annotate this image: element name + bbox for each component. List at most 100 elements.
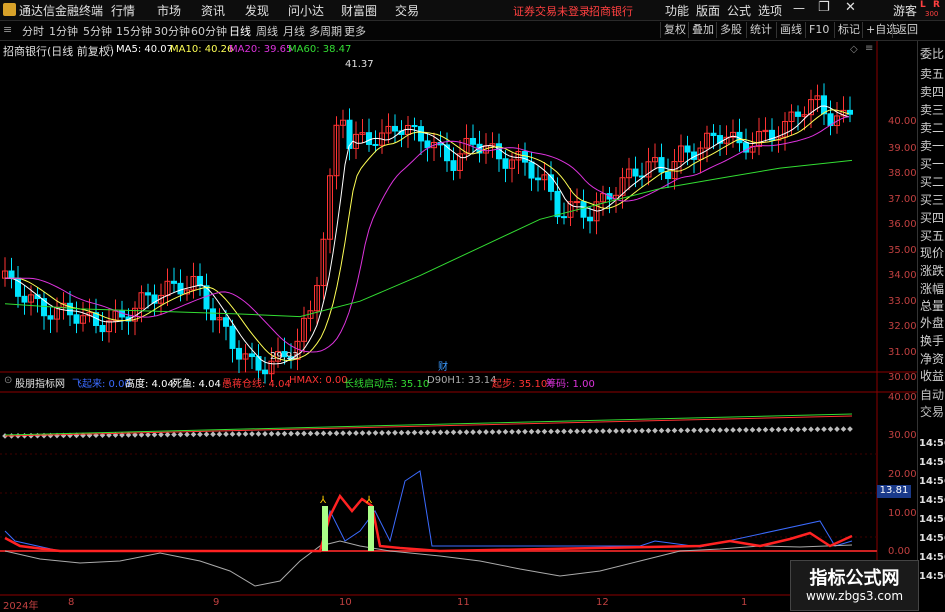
diamond-marker — [528, 428, 535, 435]
tab-daily[interactable]: 日线 — [229, 23, 251, 39]
candle-body — [574, 201, 580, 204]
stock-link[interactable]: 招商银行 — [589, 3, 633, 19]
diamond-marker — [788, 426, 795, 433]
diamond-marker — [580, 428, 587, 435]
button-f10[interactable]: F10 — [805, 22, 832, 38]
menu-trade[interactable]: 交易 — [395, 2, 419, 19]
y-tick: 39.00 — [888, 143, 917, 154]
badge-number: 300 — [925, 10, 939, 18]
diamond-marker — [593, 428, 600, 434]
diamond-marker — [704, 427, 710, 434]
quote-label: 卖一 — [920, 139, 945, 153]
diamond-marker — [801, 426, 808, 433]
diamond-marker — [762, 426, 769, 433]
quote-label: 买五 — [920, 229, 945, 243]
tab-30min[interactable]: 30分钟 — [154, 23, 190, 39]
menu-layout[interactable]: 版面 — [696, 2, 720, 19]
diamond-marker — [535, 428, 541, 435]
low-price-label: 29.93 — [270, 351, 299, 362]
quote-label: 卖四 — [920, 85, 945, 99]
tab-weekly[interactable]: 周线 — [256, 23, 278, 39]
candle-body — [392, 125, 398, 132]
kline-chart[interactable]: ⅄ ⅄ — [0, 41, 917, 609]
watermark-title: 指标公式网 — [809, 568, 900, 589]
diamond-marker — [483, 429, 489, 435]
diamond-marker — [821, 426, 827, 433]
diamond-marker — [567, 428, 574, 435]
menu-news[interactable]: 资讯 — [201, 2, 225, 19]
candle-body — [236, 347, 242, 360]
tab-intraday[interactable]: 分时 — [22, 23, 44, 39]
guest-label[interactable]: 游客 — [893, 2, 917, 19]
diamond-marker — [769, 426, 775, 433]
button-back[interactable]: 返回 — [892, 22, 921, 38]
close-icon[interactable]: ✕ — [845, 0, 856, 15]
indicator-d90h1: D90H1: 33.14 — [427, 375, 497, 386]
menu-options[interactable]: 选项 — [758, 2, 782, 19]
ind-y-tick: 0.00 — [888, 546, 911, 557]
x-tick: 8 — [68, 597, 75, 608]
candle-body — [177, 282, 184, 295]
diamond-marker — [327, 430, 333, 437]
tab-1min[interactable]: 1分钟 — [49, 23, 78, 39]
button-multi-stock[interactable]: 多股 — [716, 22, 745, 38]
candle-body — [658, 157, 665, 173]
y-tick: 31.00 — [888, 347, 917, 358]
candle-body — [496, 143, 502, 160]
menu-discover[interactable]: 发现 — [245, 2, 269, 19]
button-adjust[interactable]: 复权 — [660, 22, 689, 38]
diamond-marker — [437, 429, 444, 436]
menu-wealth[interactable]: 财富圈 — [341, 2, 377, 19]
indicator-name[interactable]: 股朋指标网 — [15, 375, 65, 390]
diamond-marker — [197, 431, 203, 438]
tab-15min[interactable]: 15分钟 — [116, 23, 152, 39]
menu-market[interactable]: 市场 — [157, 2, 181, 19]
signal-bar — [322, 506, 328, 551]
tab-multi-period[interactable]: 多周期 — [309, 23, 342, 39]
diamond-marker — [242, 431, 249, 437]
tab-60min[interactable]: 60分钟 — [191, 23, 227, 39]
ind-y-tick: 20.00 — [888, 469, 917, 480]
diamond-marker — [502, 429, 509, 435]
minimize-icon[interactable]: — — [793, 1, 805, 15]
diamond-marker — [541, 428, 548, 435]
button-overlay[interactable]: 叠加 — [688, 22, 717, 38]
candle-body — [73, 314, 80, 324]
x-tick: 10 — [339, 597, 352, 608]
diamond-icon[interactable]: ◇ — [850, 44, 858, 55]
quote-label: 外盘 — [920, 316, 945, 330]
diamond-marker — [294, 430, 301, 437]
menu-function[interactable]: 功能 — [665, 2, 689, 19]
tab-menu-icon[interactable]: ≡ — [3, 23, 12, 36]
button-mark[interactable]: 标记 — [834, 22, 863, 38]
fly-line — [4, 470, 853, 552]
login-notice[interactable]: 证券交易未登录 — [513, 3, 590, 19]
ma-settings-icon[interactable]: ⊙ — [105, 43, 113, 54]
diamond-marker — [574, 428, 580, 435]
tab-more[interactable]: 更多 — [344, 23, 366, 39]
diamond-marker — [444, 429, 450, 436]
button-statistics[interactable]: 统计 — [746, 22, 775, 38]
candle-body — [424, 140, 431, 149]
indicator-settings-icon[interactable]: ⊙ — [4, 375, 12, 386]
restore-icon[interactable]: ❐ — [818, 0, 830, 15]
ma60-label: MA60: 38.47 — [288, 44, 352, 55]
diamond-marker — [561, 428, 567, 435]
menu-formula[interactable]: 公式 — [727, 2, 751, 19]
quote-label: 卖三 — [920, 103, 945, 117]
chart-menu-icon[interactable]: ≡ — [865, 43, 873, 54]
tab-monthly[interactable]: 月线 — [283, 23, 305, 39]
candle-body — [450, 160, 457, 171]
diamond-marker — [359, 430, 366, 436]
diamond-marker — [717, 427, 723, 433]
tab-5min[interactable]: 5分钟 — [83, 23, 112, 39]
diamond-marker — [236, 431, 242, 437]
finance-marker[interactable]: 财 — [438, 358, 448, 373]
menu-ask[interactable]: 问小达 — [288, 2, 324, 19]
ma10-label: MA10: 40.26 — [170, 44, 234, 55]
candle-body — [684, 145, 691, 153]
ind-y-tick: 40.00 — [888, 392, 917, 403]
menu-quotes[interactable]: 行情 — [111, 2, 135, 19]
button-draw-line[interactable]: 画线 — [776, 22, 805, 38]
diamond-marker — [210, 431, 216, 438]
